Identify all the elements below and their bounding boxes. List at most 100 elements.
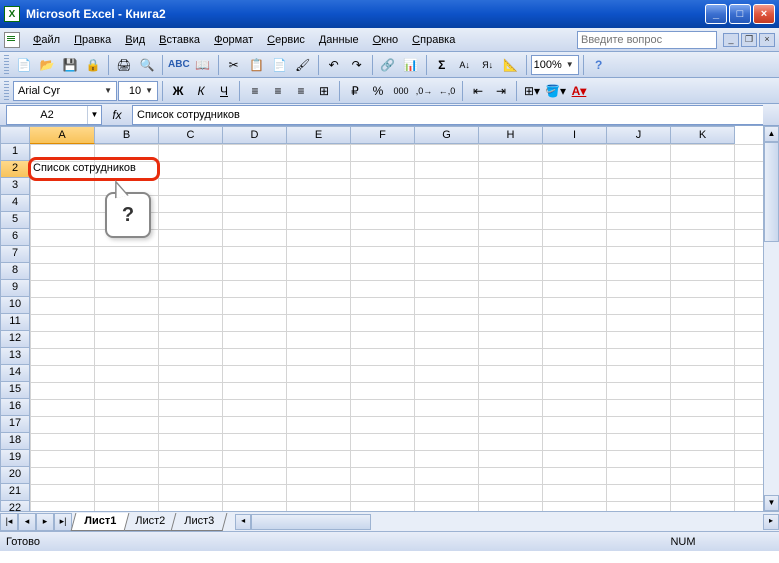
help-icon[interactable]: ? xyxy=(588,54,610,76)
research-icon[interactable]: 📖 xyxy=(192,54,214,76)
scroll-thumb[interactable] xyxy=(764,142,779,242)
tab-last-button[interactable]: ▸| xyxy=(54,513,72,531)
row-header-5[interactable]: 5 xyxy=(0,212,30,229)
spelling-icon[interactable]: ABC xyxy=(167,54,191,76)
col-header-h[interactable]: H xyxy=(479,126,543,144)
undo-icon[interactable]: ↶ xyxy=(323,54,345,76)
name-box[interactable]: A2 ▼ xyxy=(6,105,102,125)
underline-icon[interactable]: Ч xyxy=(213,80,235,102)
horizontal-scrollbar[interactable]: ◂ ▸ xyxy=(235,514,779,530)
row-header-15[interactable]: 15 xyxy=(0,382,30,399)
decrease-indent-icon[interactable]: ⇤ xyxy=(467,80,489,102)
col-header-i[interactable]: I xyxy=(543,126,607,144)
row-header-2[interactable]: 2 xyxy=(0,161,30,178)
scroll-down-button[interactable]: ▼ xyxy=(764,495,779,511)
col-header-b[interactable]: B xyxy=(95,126,159,144)
menu-сервис[interactable]: Сервис xyxy=(260,31,312,49)
save-icon[interactable]: 💾 xyxy=(59,54,81,76)
row-header-3[interactable]: 3 xyxy=(0,178,30,195)
print-icon[interactable]: 🖨 xyxy=(113,54,135,76)
col-header-g[interactable]: G xyxy=(415,126,479,144)
row-header-22[interactable]: 22 xyxy=(0,501,30,511)
comma-icon[interactable]: 000 xyxy=(390,80,412,102)
row-header-14[interactable]: 14 xyxy=(0,365,30,382)
row-header-8[interactable]: 8 xyxy=(0,263,30,280)
toolbar-grip[interactable] xyxy=(4,81,9,101)
new-icon[interactable]: 📄 xyxy=(13,54,35,76)
col-header-d[interactable]: D xyxy=(223,126,287,144)
sheet-tab-3[interactable]: Лист3 xyxy=(171,513,228,531)
row-header-6[interactable]: 6 xyxy=(0,229,30,246)
row-header-18[interactable]: 18 xyxy=(0,433,30,450)
toolbar-grip[interactable] xyxy=(4,55,9,75)
format-painter-icon[interactable]: 🖌 xyxy=(292,54,314,76)
scroll-up-button[interactable]: ▲ xyxy=(764,126,779,142)
decrease-decimal-icon[interactable]: ←,0 xyxy=(436,80,458,102)
vertical-scrollbar[interactable]: ▲ ▼ xyxy=(763,126,779,511)
mdi-minimize-button[interactable]: _ xyxy=(723,33,739,47)
document-control-icon[interactable] xyxy=(4,32,20,48)
select-all-corner[interactable] xyxy=(0,126,30,144)
row-header-4[interactable]: 4 xyxy=(0,195,30,212)
font-color-icon[interactable]: А▾ xyxy=(568,80,590,102)
chart-icon[interactable]: 📊 xyxy=(400,54,422,76)
cells-area[interactable]: Список сотрудников ? xyxy=(30,144,763,511)
fill-color-icon[interactable]: 🪣▾ xyxy=(544,80,567,102)
align-center-icon[interactable]: ≡ xyxy=(267,80,289,102)
currency-icon[interactable]: ₽ xyxy=(344,80,366,102)
menu-вид[interactable]: Вид xyxy=(118,31,152,49)
redo-icon[interactable]: ↷ xyxy=(346,54,368,76)
menu-справка[interactable]: Справка xyxy=(405,31,462,49)
cut-icon[interactable]: ✂ xyxy=(223,54,245,76)
col-header-k[interactable]: K xyxy=(671,126,735,144)
col-header-c[interactable]: C xyxy=(159,126,223,144)
row-header-9[interactable]: 9 xyxy=(0,280,30,297)
percent-icon[interactable]: % xyxy=(367,80,389,102)
mdi-close-button[interactable]: × xyxy=(759,33,775,47)
row-header-17[interactable]: 17 xyxy=(0,416,30,433)
row-header-10[interactable]: 10 xyxy=(0,297,30,314)
row-header-20[interactable]: 20 xyxy=(0,467,30,484)
row-header-12[interactable]: 12 xyxy=(0,331,30,348)
permissions-icon[interactable]: 🔒 xyxy=(82,54,104,76)
autosum-icon[interactable]: Σ xyxy=(431,54,453,76)
row-header-1[interactable]: 1 xyxy=(0,144,30,161)
menu-файл[interactable]: Файл xyxy=(26,31,67,49)
align-left-icon[interactable]: ≡ xyxy=(244,80,266,102)
hyperlink-icon[interactable]: 🔗 xyxy=(377,54,399,76)
increase-decimal-icon[interactable]: ,0→ xyxy=(413,80,435,102)
increase-indent-icon[interactable]: ⇥ xyxy=(490,80,512,102)
sheet-tab-2[interactable]: Лист2 xyxy=(122,513,179,531)
fx-button[interactable]: fx xyxy=(106,108,128,122)
print-preview-icon[interactable]: 🔍 xyxy=(136,54,158,76)
cell-a2[interactable]: Список сотрудников xyxy=(31,161,138,175)
copy-icon[interactable]: 📋 xyxy=(246,54,268,76)
col-header-a[interactable]: A xyxy=(30,126,95,144)
font-combo[interactable]: Arial Cyr▼ xyxy=(13,81,117,101)
menu-данные[interactable]: Данные xyxy=(312,31,366,49)
bold-icon[interactable]: Ж xyxy=(167,80,189,102)
font-size-combo[interactable]: 10▼ xyxy=(118,81,158,101)
tab-first-button[interactable]: |◂ xyxy=(0,513,18,531)
menu-окно[interactable]: Окно xyxy=(366,31,406,49)
col-header-e[interactable]: E xyxy=(287,126,351,144)
tab-next-button[interactable]: ▸ xyxy=(36,513,54,531)
col-header-f[interactable]: F xyxy=(351,126,415,144)
mdi-restore-button[interactable]: ❐ xyxy=(741,33,757,47)
hscroll-thumb[interactable] xyxy=(251,514,371,530)
menu-вставка[interactable]: Вставка xyxy=(152,31,207,49)
paste-icon[interactable]: 📄 xyxy=(269,54,291,76)
sort-asc-icon[interactable]: A↓ xyxy=(454,54,476,76)
menu-формат[interactable]: Формат xyxy=(207,31,260,49)
maximize-button[interactable]: □ xyxy=(729,4,751,24)
zoom-combo[interactable]: 100%▼ xyxy=(531,55,579,75)
scroll-right-button[interactable]: ▸ xyxy=(763,514,779,530)
scroll-left-button[interactable]: ◂ xyxy=(235,514,251,530)
row-header-16[interactable]: 16 xyxy=(0,399,30,416)
close-button[interactable]: × xyxy=(753,4,775,24)
row-header-19[interactable]: 19 xyxy=(0,450,30,467)
formula-input[interactable]: Список сотрудников xyxy=(132,105,763,125)
tab-prev-button[interactable]: ◂ xyxy=(18,513,36,531)
merge-center-icon[interactable]: ⊞ xyxy=(313,80,335,102)
help-search-box[interactable] xyxy=(577,31,717,49)
